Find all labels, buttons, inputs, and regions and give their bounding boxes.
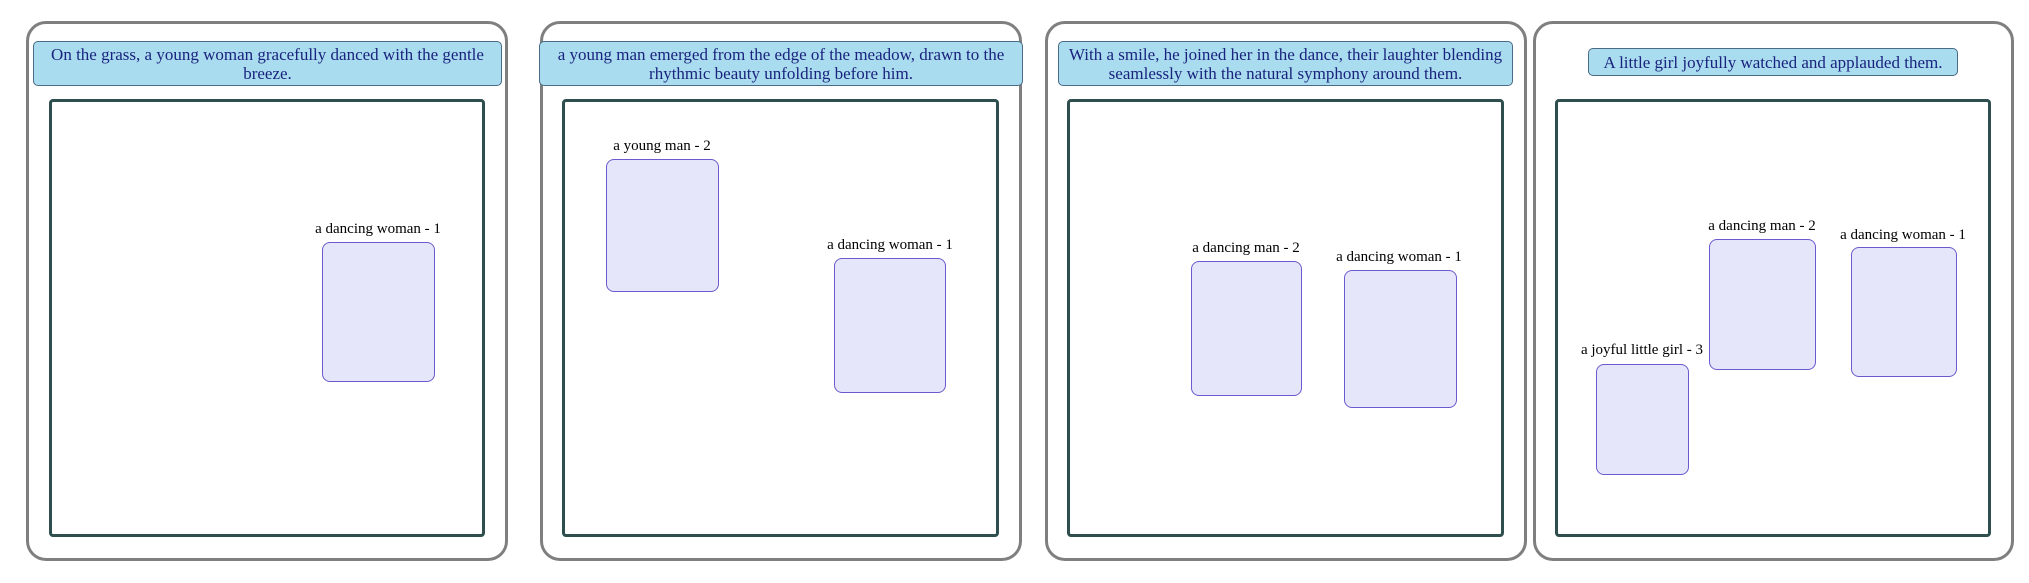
panel-3-figure-label-1: a dancing man - 2 bbox=[1192, 240, 1300, 256]
panel-3-caption: With a smile, he joined her in the dance… bbox=[1058, 41, 1513, 86]
panel-4-figure-box-3 bbox=[1596, 364, 1689, 475]
panel-1-figure-label-1: a dancing woman - 1 bbox=[315, 221, 441, 237]
panel-4-figure-label-3: a joyful little girl - 3 bbox=[1580, 342, 1704, 358]
panel-4-caption: A little girl joyfully watched and appla… bbox=[1588, 48, 1958, 76]
panel-1-figure-box-1 bbox=[322, 242, 435, 382]
panel-4-figure-label-2: a dancing woman - 1 bbox=[1840, 227, 1966, 243]
panel-3-figure-box-2 bbox=[1344, 270, 1457, 408]
panel-2-figure-label-1: a young man - 2 bbox=[613, 138, 711, 154]
panel-2-figure-box-1 bbox=[606, 159, 719, 292]
panel-2-figure-label-2: a dancing woman - 1 bbox=[827, 237, 953, 253]
panel-4-figure-box-1 bbox=[1709, 239, 1816, 370]
panel-4-figure-label-1: a dancing man - 2 bbox=[1708, 218, 1816, 234]
panel-3-figure-box-1 bbox=[1191, 261, 1302, 396]
panel-3-figure-label-2: a dancing woman - 1 bbox=[1336, 249, 1462, 265]
panel-2-caption: a young man emerged from the edge of the… bbox=[539, 41, 1023, 86]
panel-1-caption: On the grass, a young woman gracefully d… bbox=[33, 41, 502, 86]
panel-4-figure-box-2 bbox=[1851, 247, 1957, 377]
panel-2-figure-box-2 bbox=[834, 258, 946, 393]
